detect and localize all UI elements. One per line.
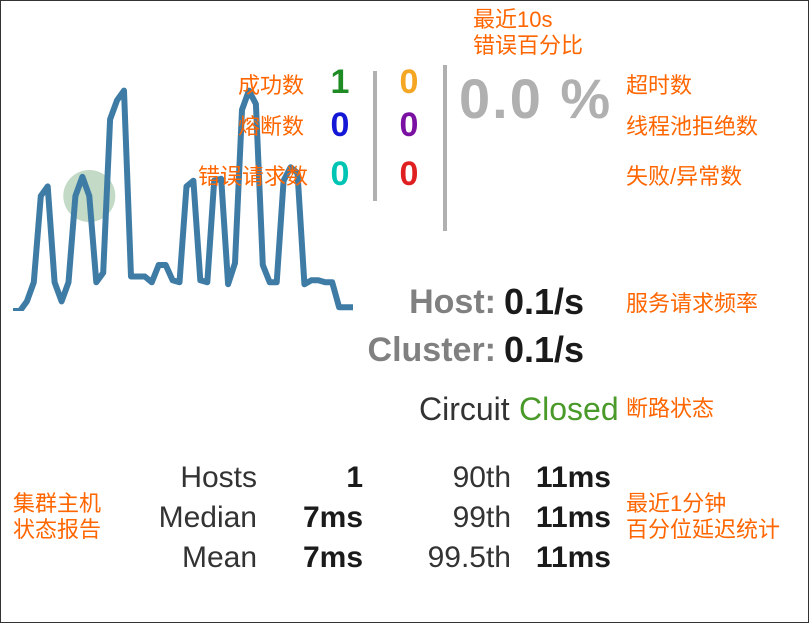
p99-value: 11ms bbox=[521, 501, 611, 535]
p90-value: 11ms bbox=[521, 461, 611, 495]
failure-value: 0 bbox=[389, 155, 429, 194]
anno-recent-error-pct: 最近10s 错误百分比 bbox=[473, 7, 583, 60]
anno-circuit-state: 断路状态 bbox=[626, 396, 714, 422]
mean-value: 7ms bbox=[273, 541, 363, 575]
host-rate-value: 0.1/s bbox=[504, 281, 584, 323]
circuit-value: Closed bbox=[519, 391, 619, 428]
anno-pool-reject: 线程池拒绝数 bbox=[626, 114, 758, 140]
cluster-rate-value: 0.1/s bbox=[504, 329, 584, 371]
p995-value: 11ms bbox=[521, 541, 611, 575]
pool-reject-value: 0 bbox=[389, 106, 429, 145]
hosts-value: 1 bbox=[273, 461, 363, 495]
bad-request-value: 0 bbox=[320, 155, 360, 194]
hosts-label: Hosts bbox=[111, 461, 257, 495]
short-circuit-value: 0 bbox=[320, 106, 360, 145]
pct-separator bbox=[443, 65, 447, 231]
error-percent: 0.0 % bbox=[459, 66, 612, 131]
anno-bad-request: 错误请求数 bbox=[198, 164, 308, 190]
timeout-value: 0 bbox=[389, 63, 429, 102]
circuit-label: Circuit bbox=[419, 391, 510, 428]
host-rate-label: Host: bbox=[321, 283, 496, 322]
median-label: Median bbox=[111, 501, 257, 535]
anno-success-count: 成功数 bbox=[238, 73, 304, 99]
anno-cluster-report: 集群主机 状态报告 bbox=[13, 491, 101, 544]
counter-separator bbox=[373, 71, 377, 201]
anno-timeout: 超时数 bbox=[626, 73, 692, 99]
anno-short-circuit: 熔断数 bbox=[238, 114, 304, 140]
p995-label: 99.5th bbox=[381, 541, 511, 575]
cluster-rate-label: Cluster: bbox=[321, 331, 496, 370]
anno-failure: 失败/异常数 bbox=[626, 164, 742, 190]
anno-latency-percentile: 最近1分钟 百分位延迟统计 bbox=[626, 491, 780, 544]
mean-label: Mean bbox=[111, 541, 257, 575]
success-value: 1 bbox=[320, 63, 360, 102]
p90-label: 90th bbox=[381, 461, 511, 495]
anno-request-rate: 服务请求频率 bbox=[626, 291, 758, 317]
p99-label: 99th bbox=[381, 501, 511, 535]
median-value: 7ms bbox=[273, 501, 363, 535]
